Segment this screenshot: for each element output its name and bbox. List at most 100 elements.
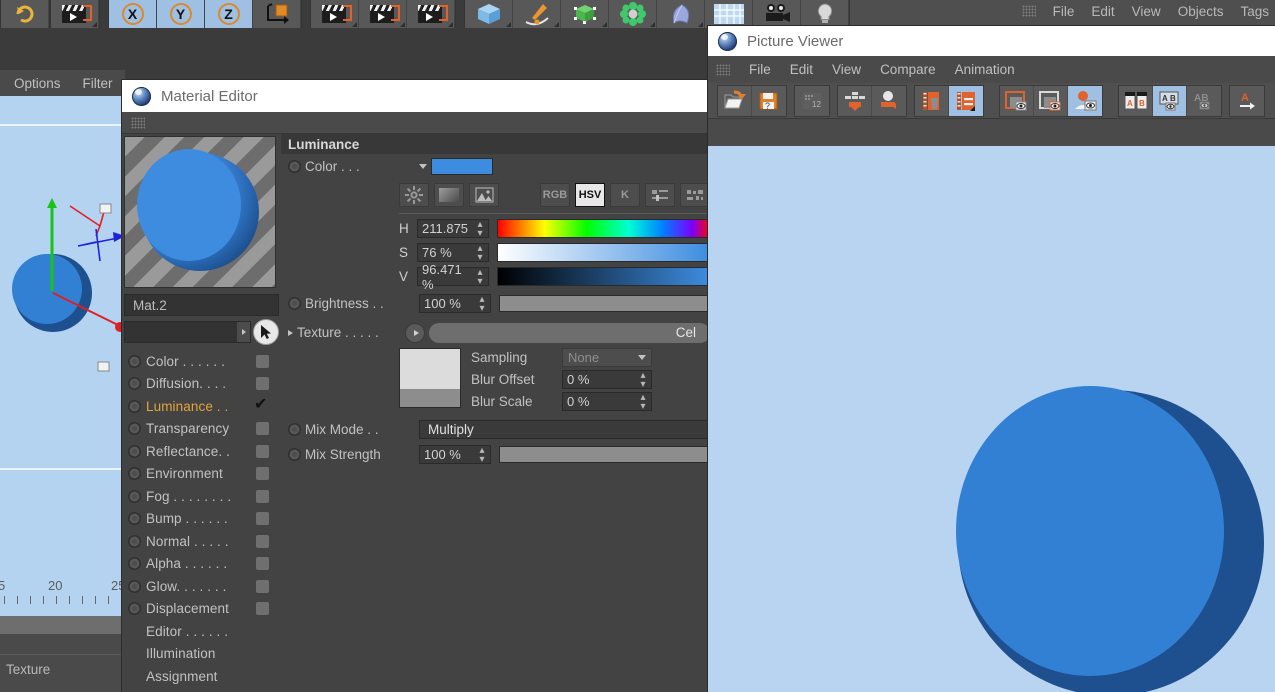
delete-image-icon[interactable] xyxy=(915,85,949,116)
camera-icon[interactable] xyxy=(753,0,801,28)
save-file-icon[interactable]: ? xyxy=(752,86,786,116)
menu-grip-icon[interactable] xyxy=(716,63,730,76)
viewport-menu-filter[interactable]: Filter xyxy=(83,76,113,91)
color-chevron-down-icon[interactable] xyxy=(419,164,427,169)
menu-item-tags[interactable]: Tags xyxy=(1240,4,1269,19)
channel-checkbox[interactable] xyxy=(256,444,269,458)
mix-mode-radio-icon[interactable] xyxy=(288,423,301,436)
texture-expand-chevron-icon[interactable] xyxy=(288,329,293,336)
brightness-input[interactable]: 100 % ▴ ▾ xyxy=(419,294,491,313)
material-editor-titlebar[interactable]: Material Editor xyxy=(122,80,710,112)
channel-checkbox[interactable] xyxy=(256,579,269,593)
channel-row-illumination[interactable]: Illumination xyxy=(122,643,281,666)
channel-radio-icon[interactable] xyxy=(128,602,141,616)
channel-row-displacement[interactable]: Displacement xyxy=(122,598,281,621)
channel-row-editor[interactable]: Editor . . . . . . xyxy=(122,620,281,643)
blur-scale-input[interactable]: 0 % ▴ ▾ xyxy=(562,392,652,411)
menu-item-edit[interactable]: Edit xyxy=(1091,4,1114,19)
channel-row-transparency[interactable]: Transparency xyxy=(122,418,281,441)
open-file-icon[interactable] xyxy=(718,85,752,116)
mix-strength-input[interactable]: 100 % ▴ ▾ xyxy=(419,445,491,464)
sampling-dropdown[interactable]: None xyxy=(562,348,652,367)
spline-pen-icon[interactable] xyxy=(513,0,561,28)
value-gradient-slider[interactable] xyxy=(497,267,710,286)
cube-primitive-icon[interactable] xyxy=(465,0,513,28)
channel-radio-icon[interactable] xyxy=(128,534,141,548)
saturation-input[interactable]: 76 % ▴ ▾ xyxy=(417,243,489,262)
axis-y-icon[interactable]: Y xyxy=(157,0,205,28)
viewport-menu-options[interactable]: Options xyxy=(14,76,61,91)
value-spinner-icon[interactable]: ▴ ▾ xyxy=(476,267,484,286)
channel-radio-icon[interactable] xyxy=(128,377,141,391)
menu-grip-icon[interactable] xyxy=(1021,5,1036,17)
channel-radio-icon[interactable] xyxy=(128,422,141,436)
history-list-icon[interactable] xyxy=(949,85,983,116)
brightness-radio-icon[interactable] xyxy=(288,297,301,310)
pv-menu-compare[interactable]: Compare xyxy=(880,62,936,77)
texture-menu-button[interactable] xyxy=(405,322,425,343)
render-settings-icon[interactable]: 12 xyxy=(795,86,829,116)
menu-item-view[interactable]: View xyxy=(1132,4,1161,19)
channel-row-reflectance[interactable]: Reflectance. . xyxy=(122,440,281,463)
channel-checkbox[interactable] xyxy=(256,602,269,616)
channel-row-diffusion[interactable]: Diffusion. . . . xyxy=(122,373,281,396)
render-picture-viewer-icon[interactable] xyxy=(359,0,407,28)
viewport-canvas[interactable] xyxy=(0,96,125,594)
texture-preview-thumbnail[interactable] xyxy=(399,348,461,408)
channel-radio-icon[interactable] xyxy=(128,557,141,571)
channel-radio-icon[interactable] xyxy=(128,444,141,458)
light-icon[interactable] xyxy=(801,0,849,28)
channel-checkbox[interactable] xyxy=(256,354,269,368)
render-view-icon[interactable] xyxy=(51,0,99,28)
channel-checkbox[interactable] xyxy=(256,422,269,436)
material-preview[interactable] xyxy=(124,136,276,288)
mix-strength-slider[interactable] xyxy=(499,446,710,463)
image-picker-icon[interactable] xyxy=(469,183,499,207)
texture-value-field[interactable]: Cel xyxy=(429,322,710,343)
hue-spinner-icon[interactable]: ▴ ▾ xyxy=(476,219,484,238)
environment-floor-icon[interactable] xyxy=(705,0,753,28)
send-to-layers-icon[interactable] xyxy=(838,85,872,116)
mix-strength-spinner-icon[interactable]: ▴ ▾ xyxy=(478,445,486,464)
menu-item-objects[interactable]: Objects xyxy=(1178,4,1224,19)
value-input[interactable]: 96.471 % ▴ ▾ xyxy=(417,262,489,292)
render-settings-icon[interactable] xyxy=(407,0,455,28)
sampling-chevron-down-icon[interactable] xyxy=(638,355,646,360)
channel-search-input[interactable] xyxy=(124,321,251,343)
channel-row-normal[interactable]: Normal . . . . . xyxy=(122,530,281,553)
channel-row-assignment[interactable]: Assignment xyxy=(122,665,281,688)
pick-cursor-icon[interactable] xyxy=(253,319,279,345)
pv-menu-file[interactable]: File xyxy=(749,62,771,77)
set-a-icon[interactable]: A xyxy=(1230,86,1264,116)
hue-gradient-slider[interactable] xyxy=(497,219,710,238)
channel-checkbox-checked[interactable] xyxy=(254,394,269,414)
picture-viewer-canvas[interactable] xyxy=(708,146,1275,692)
gradient-swatch-icon[interactable] xyxy=(434,183,464,207)
array-modeling-icon[interactable] xyxy=(609,0,657,28)
world-object-axis-icon[interactable] xyxy=(253,0,301,28)
nurbs-generator-icon[interactable] xyxy=(561,0,609,28)
channel-radio-icon[interactable] xyxy=(128,399,141,413)
saturation-spinner-icon[interactable]: ▴ ▾ xyxy=(476,243,484,262)
panel-grip-icon[interactable] xyxy=(131,116,145,129)
region-view-b-icon[interactable] xyxy=(1034,85,1068,116)
axis-z-icon[interactable]: Z xyxy=(205,0,253,28)
channel-row-fog[interactable]: Fog . . . . . . . . xyxy=(122,485,281,508)
preview-user-icon[interactable] xyxy=(1068,85,1102,116)
compare-ab-diff-icon[interactable]: AB xyxy=(1187,86,1221,116)
region-view-a-icon[interactable] xyxy=(1000,85,1034,116)
pv-menu-animation[interactable]: Animation xyxy=(955,62,1015,77)
channel-checkbox[interactable] xyxy=(256,534,269,548)
channel-row-environment[interactable]: Environment xyxy=(122,463,281,486)
blur-scale-spinner-icon[interactable]: ▴ ▾ xyxy=(639,392,647,411)
material-editor-grip[interactable] xyxy=(122,112,710,134)
channel-radio-icon[interactable] xyxy=(128,354,141,368)
color-radio-icon[interactable] xyxy=(288,160,301,173)
search-dropdown-arrow-icon[interactable] xyxy=(237,322,250,342)
timeline-strip[interactable] xyxy=(0,616,125,634)
send-to-object-icon[interactable] xyxy=(872,86,906,116)
saturation-gradient-slider[interactable] xyxy=(497,243,710,262)
brightness-slider[interactable] xyxy=(499,295,710,312)
undo-icon[interactable] xyxy=(1,0,49,28)
channel-radio-icon[interactable] xyxy=(128,512,141,526)
